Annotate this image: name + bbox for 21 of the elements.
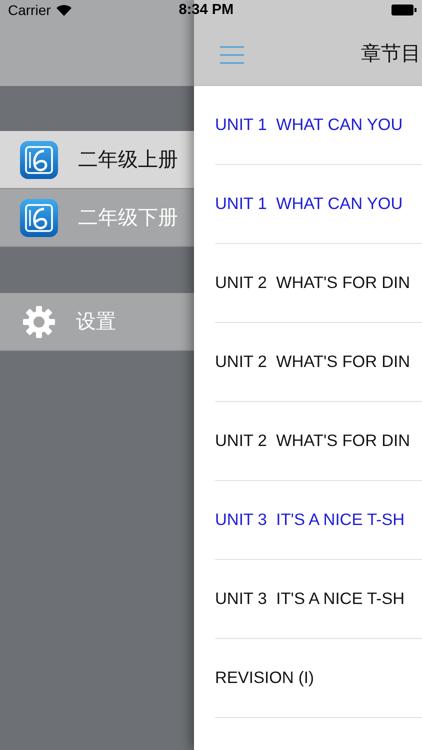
- chapter-item[interactable]: UNIT 2 WHAT'S FOR DIN: [215, 352, 410, 372]
- status-time: 8:34 PM: [178, 2, 234, 18]
- chapter-item[interactable]: UNIT 1 WHAT CAN YOU: [215, 194, 403, 214]
- chapter-item[interactable]: UNIT 1 WHAT CAN YOU: [215, 116, 403, 134]
- battery-icon: [391, 4, 417, 16]
- menu-icon[interactable]: [220, 45, 244, 65]
- chapter-item[interactable]: UNIT 3 IT'S A NICE T-SH: [215, 510, 405, 530]
- book-app-icon: [20, 198, 58, 236]
- settings-icon: [22, 304, 56, 338]
- book-label: 二年级上册: [78, 148, 178, 173]
- chapter-item[interactable]: REVISION (I): [215, 668, 314, 688]
- wifi-icon: [56, 4, 72, 16]
- book-label: 二年级下册: [78, 206, 178, 231]
- chapter-item[interactable]: UNIT 2 WHAT'S FOR DIN: [215, 432, 410, 450]
- carrier-label: Carrier: [8, 2, 51, 18]
- book-app-icon: [20, 140, 58, 178]
- book-menu-item[interactable]: 二年级上册: [0, 131, 194, 189]
- page-title: 章节目: [361, 42, 421, 67]
- chapter-item[interactable]: UNIT 3 IT'S A NICE T-SH: [215, 590, 405, 608]
- settings-label: 设置: [76, 310, 116, 335]
- chapter-item[interactable]: UNIT 2 WHAT'S FOR DIN: [215, 274, 410, 292]
